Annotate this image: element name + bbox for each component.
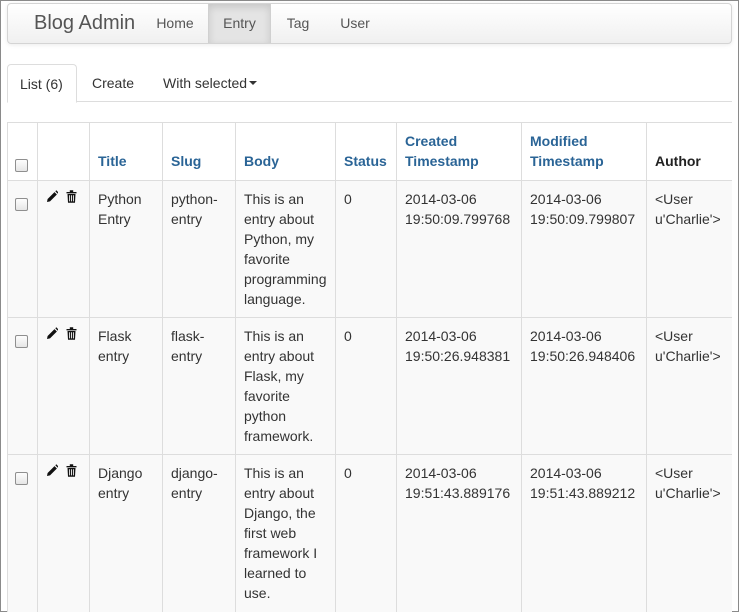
cell-modified: 2014-03-06 19:50:09.799807 — [521, 180, 647, 318]
trash-icon[interactable] — [66, 327, 77, 340]
tab-list-label: List (6) — [20, 76, 63, 92]
navbar: Blog Admin Home Entry Tag User — [7, 3, 732, 44]
cell-slug: flask-entry — [162, 317, 236, 455]
entry-table-container: Title Slug Body Status Created Timestamp… — [7, 122, 732, 612]
column-header-status: Status — [335, 122, 397, 181]
brand-logo[interactable]: Blog Admin — [34, 4, 135, 43]
row-checkbox[interactable] — [15, 197, 28, 211]
cell-body: This is an entry about Python, my favori… — [235, 180, 336, 318]
entry-table: Title Slug Body Status Created Timestamp… — [7, 122, 732, 612]
nav-user[interactable]: User — [326, 4, 384, 43]
cell-created: 2014-03-06 19:50:26.948381 — [396, 317, 522, 455]
cell-title: Flask entry — [89, 317, 163, 455]
cell-status: 0 — [335, 180, 397, 318]
cell-body: This is an entry about Flask, my favorit… — [235, 317, 336, 455]
table-row: Django entry django-entry This is an ent… — [7, 454, 732, 612]
table-row: Flask entry flask-entry This is an entry… — [7, 317, 732, 455]
with-selected-label: With selected — [163, 75, 248, 91]
trash-icon[interactable] — [66, 190, 77, 203]
cell-slug: python-entry — [162, 180, 236, 318]
row-checkbox[interactable] — [15, 471, 28, 485]
column-header-created[interactable]: Created Timestamp — [396, 122, 522, 181]
row-checkbox[interactable] — [15, 334, 28, 348]
cell-created: 2014-03-06 19:50:09.799768 — [396, 180, 522, 318]
select-all-cell — [7, 122, 38, 181]
table-row: Python Entry python-entry This is an ent… — [7, 180, 732, 318]
cell-modified: 2014-03-06 19:50:26.948406 — [521, 317, 647, 455]
cell-created: 2014-03-06 19:51:43.889176 — [396, 454, 522, 612]
cell-title: Python Entry — [89, 180, 163, 318]
pencil-icon[interactable] — [46, 190, 58, 203]
column-header-slug[interactable]: Slug — [162, 122, 236, 181]
tab-bar: List (6) Create With selected — [7, 64, 732, 103]
tab-create-label: Create — [92, 75, 135, 91]
nav-tag[interactable]: Tag — [274, 4, 322, 43]
tab-list[interactable]: List (6) — [7, 64, 77, 103]
select-all-checkbox[interactable] — [15, 158, 28, 172]
column-header-author: Author — [646, 122, 732, 181]
cell-slug: django-entry — [162, 454, 236, 612]
row-actions — [37, 317, 90, 455]
row-actions — [37, 180, 90, 318]
cell-author: <User u'Charlie'> — [646, 454, 732, 612]
column-header-modified[interactable]: Modified Timestamp — [521, 122, 647, 181]
table-header-row: Title Slug Body Status Created Timestamp… — [7, 122, 732, 181]
actions-header — [37, 122, 90, 181]
column-header-body[interactable]: Body — [235, 122, 336, 181]
cell-status: 0 — [335, 317, 397, 455]
with-selected-dropdown[interactable]: With selected — [151, 64, 269, 102]
nav-entry[interactable]: Entry — [208, 4, 271, 43]
cell-author: <User u'Charlie'> — [646, 317, 732, 455]
row-select-cell — [7, 180, 38, 318]
tab-create[interactable]: Create — [80, 64, 146, 102]
column-header-title[interactable]: Title — [89, 122, 163, 181]
cell-title: Django entry — [89, 454, 163, 612]
caret-down-icon — [249, 81, 258, 86]
trash-icon[interactable] — [66, 464, 77, 477]
row-select-cell — [7, 317, 38, 455]
nav-home[interactable]: Home — [144, 4, 206, 43]
cell-author: <User u'Charlie'> — [646, 180, 732, 318]
row-actions — [37, 454, 90, 612]
pencil-icon[interactable] — [46, 327, 58, 340]
pencil-icon[interactable] — [46, 464, 58, 477]
cell-status: 0 — [335, 454, 397, 612]
cell-body: This is an entry about Django, the first… — [235, 454, 336, 612]
cell-modified: 2014-03-06 19:51:43.889212 — [521, 454, 647, 612]
row-select-cell — [7, 454, 38, 612]
